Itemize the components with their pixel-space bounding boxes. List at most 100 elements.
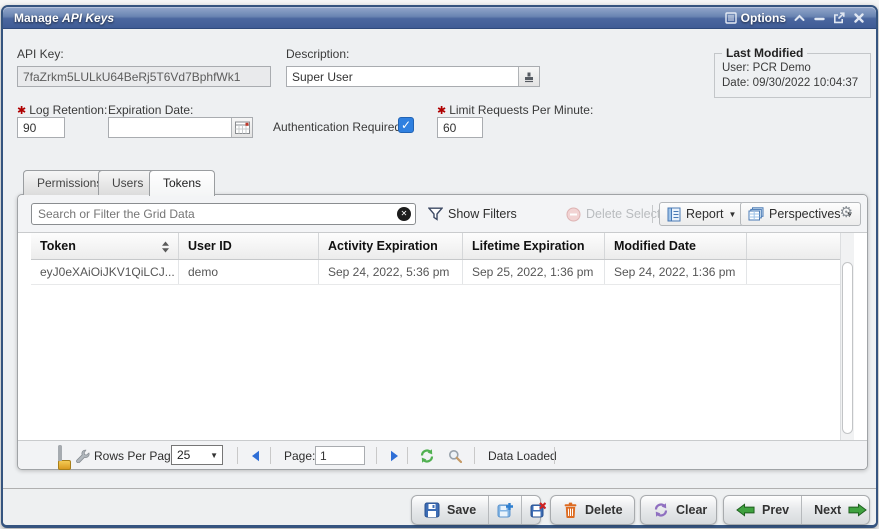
minus-circle-icon — [566, 207, 581, 222]
save-button[interactable]: Save — [412, 496, 488, 524]
column-header-modified-date[interactable]: Modified Date — [605, 233, 747, 259]
column-header-lifetime-expiration[interactable]: Lifetime Expiration — [463, 233, 605, 259]
options-label: Options — [741, 11, 786, 25]
next-page-button[interactable] — [390, 441, 399, 470]
grid-status-text: Data Loaded — [488, 441, 557, 470]
last-modified-legend: Last Modified — [722, 46, 807, 60]
window-title-emphasis: API Keys — [62, 11, 114, 25]
trash-icon — [563, 502, 578, 518]
arrow-left-icon — [736, 503, 755, 517]
authentication-required-label: Authentication Required: — [273, 120, 404, 134]
window-title-prefix: Manage — [14, 11, 59, 25]
cell-token: eyJ0eXAiOiJKV1QiLCJ... — [31, 260, 179, 284]
column-header-activity-expiration[interactable]: Activity Expiration — [319, 233, 463, 259]
page-label: Page: — [284, 441, 315, 470]
clear-refresh-icon — [653, 502, 669, 518]
minimize-button[interactable] — [812, 11, 826, 25]
prev-button[interactable]: Prev — [724, 496, 801, 524]
api-key-label: API Key: — [17, 47, 64, 61]
bottom-action-bar: Save Delete Clear Prev — [3, 489, 876, 525]
cell-modified-date: Sep 24, 2022, 1:36 pm — [605, 260, 747, 284]
save-new-button[interactable] — [488, 496, 521, 524]
save-new-floppy-icon — [497, 502, 513, 518]
next-button[interactable]: Next — [801, 496, 879, 524]
report-icon — [667, 207, 681, 222]
cell-user-id: demo — [179, 260, 319, 284]
chevron-down-icon: ▼ — [729, 210, 737, 219]
close-button[interactable] — [852, 11, 866, 25]
previous-page-button[interactable] — [251, 441, 260, 470]
last-modified-box: Last Modified User: PCR Demo Date: 09/30… — [714, 46, 871, 98]
column-header-token[interactable]: Token — [31, 233, 179, 259]
options-list-icon — [725, 12, 737, 24]
titlebar: Manage API Keys Options — [3, 7, 876, 29]
window-title: Manage API Keys — [14, 11, 114, 25]
limit-requests-label: ✱Limit Requests Per Minute: — [437, 103, 593, 117]
tab-tokens[interactable]: Tokens — [149, 170, 215, 196]
gear-icon[interactable]: ⚙ — [840, 205, 853, 221]
description-label: Description: — [286, 47, 349, 61]
grid-scrollbar-track[interactable] — [840, 233, 854, 440]
calendar-button[interactable] — [231, 118, 252, 137]
description-field[interactable] — [286, 66, 540, 87]
save-floppy-icon — [424, 502, 440, 518]
wrench-icon[interactable] — [75, 441, 90, 470]
last-modified-user: User: PCR Demo — [722, 61, 863, 76]
minus-icon — [814, 14, 825, 22]
clear-button[interactable]: Clear — [641, 496, 719, 524]
grid-search-input[interactable] — [31, 203, 416, 225]
tokens-panel: ✕ Show Filters Delete Selected Report ▼ … — [17, 194, 868, 470]
grid-header-row: Token User ID Activity Expiration Lifeti… — [31, 233, 842, 260]
popout-icon — [833, 12, 845, 24]
cell-blank — [747, 260, 842, 284]
authentication-required-checkbox[interactable]: ✓ — [398, 117, 414, 133]
prev-next-group: Prev Next — [723, 495, 870, 525]
expiration-date-label: Expiration Date: — [108, 103, 193, 117]
show-filters-button[interactable]: Show Filters — [428, 202, 517, 226]
clear-search-icon[interactable]: ✕ — [397, 207, 411, 221]
close-icon — [854, 13, 864, 23]
log-retention-field[interactable] — [17, 117, 65, 138]
popout-button[interactable] — [832, 11, 846, 25]
rows-per-page-label: Rows Per Page: — [94, 441, 181, 470]
chevron-down-icon: ▼ — [210, 451, 218, 460]
required-icon: ✱ — [17, 105, 26, 117]
magnifier-icon[interactable] — [448, 441, 462, 470]
chevron-up-icon — [794, 14, 805, 22]
delete-button[interactable]: Delete — [551, 496, 635, 524]
manage-api-keys-window: Manage API Keys Options API — [1, 5, 878, 528]
field-tool-button[interactable] — [518, 67, 539, 86]
column-header-user-id[interactable]: User ID — [179, 233, 319, 259]
perspectives-icon — [748, 207, 764, 221]
api-key-field[interactable] — [17, 66, 271, 87]
calendar-icon — [235, 121, 250, 134]
sort-icon[interactable] — [161, 241, 170, 253]
titlebar-controls: Options — [725, 7, 866, 29]
report-button[interactable]: Report ▼ — [659, 202, 744, 226]
required-icon: ✱ — [437, 105, 446, 117]
grid-footer: Rows Per Page: 25 ▼ Page: Data Loaded — [18, 440, 867, 469]
grid-scrollbar-thumb[interactable] — [842, 262, 853, 434]
save-button-group: Save — [411, 495, 541, 525]
refresh-button[interactable] — [418, 441, 436, 470]
toolbar-divider — [652, 205, 653, 223]
lock-icon — [58, 447, 71, 470]
log-retention-label: ✱Log Retention: — [17, 103, 107, 117]
collapse-button[interactable] — [792, 11, 806, 25]
filter-funnel-icon — [428, 207, 443, 221]
limit-requests-field[interactable] — [437, 117, 483, 138]
page-number-input[interactable] — [315, 446, 365, 465]
rows-per-page-select[interactable]: 25 ▼ — [171, 445, 223, 465]
stamp-icon — [523, 71, 535, 83]
clear-button-wrap: Clear — [640, 495, 717, 525]
save-close-floppy-icon — [530, 502, 546, 518]
token-row[interactable]: eyJ0eXAiOiJKV1QiLCJ... demo Sep 24, 2022… — [31, 260, 842, 285]
cell-lifetime-expiration: Sep 25, 2022, 1:36 pm — [463, 260, 605, 284]
grid-toolbar: ✕ Show Filters Delete Selected Report ▼ … — [18, 195, 867, 233]
last-modified-date: Date: 09/30/2022 10:04:37 — [722, 76, 863, 91]
options-button[interactable]: Options — [725, 11, 786, 25]
column-header-blank — [747, 233, 842, 259]
delete-button-wrap: Delete — [550, 495, 635, 525]
arrow-right-icon — [848, 503, 867, 517]
check-icon: ✓ — [401, 118, 411, 132]
